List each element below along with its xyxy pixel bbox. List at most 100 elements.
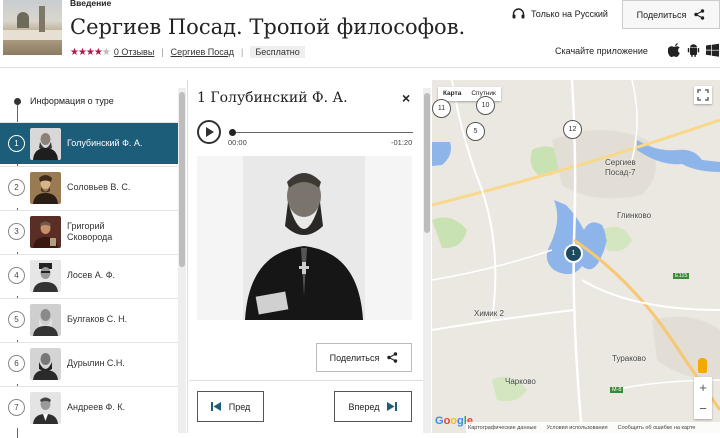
sidebar-stop-1[interactable]: 1 Голубинский Ф. А.: [0, 122, 178, 164]
headphones-icon: [512, 8, 525, 19]
stop-title: 1 Голубинский Ф. А.: [197, 90, 348, 106]
sidebar-stop-2[interactable]: 2 Соловьев В. С.: [0, 166, 178, 208]
stop-number: 7: [8, 399, 25, 416]
reviews-link[interactable]: 0 Отзывы: [114, 47, 154, 57]
map-label-khimik: Химик 2: [474, 309, 504, 318]
divider: [189, 380, 431, 381]
share-icon: [694, 9, 705, 20]
stop-number: 1: [8, 135, 25, 152]
tour-info-item[interactable]: Информация о туре: [0, 91, 178, 111]
stop-label: Голубинский Ф. А.: [67, 138, 143, 148]
audio-progress-knob[interactable]: [229, 129, 236, 136]
map-zoom-control[interactable]: + −: [694, 377, 712, 419]
prev-label: Пред: [228, 401, 251, 412]
map-marker-5[interactable]: 5: [466, 122, 485, 141]
stop-portrait-image: [30, 391, 61, 424]
stop-number: 4: [8, 267, 25, 284]
skip-prev-icon: [210, 402, 221, 411]
separator: |: [161, 47, 164, 57]
language-label: Только на Русский: [531, 8, 608, 19]
page-title: Сергиев Посад. Тропой философов.: [70, 15, 466, 39]
stop-portrait-image: [30, 171, 61, 204]
stop-label: Андреев Ф. К.: [67, 402, 126, 412]
stop-number: 6: [8, 355, 25, 372]
stop-portrait-image: [30, 303, 61, 336]
map-marker-1-active[interactable]: 1: [564, 244, 583, 263]
city-link[interactable]: Сергиев Посад: [171, 47, 234, 57]
stop-list-sidebar: Информация о туре 1 Голубинский Ф. А. 2 …: [0, 80, 188, 438]
stop-detail-panel: 1 Голубинский Ф. А. × 00:00 -01:20 Подел…: [189, 80, 431, 433]
map-report-link[interactable]: Сообщить об ошибке на карте: [618, 425, 696, 431]
share-icon: [387, 352, 398, 363]
share-label: Поделиться: [329, 352, 380, 363]
zoom-in-icon[interactable]: +: [699, 380, 707, 395]
map-data-link[interactable]: Картографические данные: [468, 425, 537, 431]
map-label-glinkovo: Глинково: [617, 211, 652, 220]
tour-thumbnail[interactable]: [3, 0, 62, 55]
audio-time-remaining: -01:20: [391, 138, 413, 147]
prev-button[interactable]: Пред: [197, 391, 264, 422]
tour-subtitle: Введение: [70, 0, 112, 8]
separator: |: [241, 47, 244, 57]
stop-number: 3: [8, 223, 25, 240]
stop-portrait-image: [30, 347, 61, 380]
sidebar-stop-5[interactable]: 5 Булгаков С. Н.: [0, 298, 178, 340]
road-sign-m8: M-8: [610, 387, 624, 393]
sidebar-stop-3[interactable]: 3 Григорий Сковорода: [0, 210, 178, 252]
tour-meta: ★★★★★ 0 Отзывы | Сергиев Посад | Бесплат…: [70, 46, 305, 58]
stop-portrait-image: [30, 215, 61, 248]
scrollbar-thumb[interactable]: [179, 92, 185, 267]
map-label-turakovo: Тураково: [612, 354, 646, 363]
language-indicator: Только на Русский: [512, 8, 608, 19]
stop-photo: [197, 156, 412, 320]
header: Введение Сергиев Посад. Тропой философов…: [0, 0, 720, 68]
next-button[interactable]: Вперед: [334, 391, 412, 422]
zoom-out-icon[interactable]: −: [699, 401, 707, 416]
map-attribution: Картографические данные Условия использо…: [466, 422, 720, 433]
fullscreen-icon: [697, 89, 709, 101]
map-label-sergiev-posad: Сергиев Посад-7: [605, 158, 636, 178]
map-marker-11[interactable]: 11: [432, 99, 451, 118]
rating-stars: ★★★★★: [70, 46, 111, 58]
sidebar-stop-7[interactable]: 7 Андреев Ф. К.: [0, 386, 178, 428]
street-view-pegman-icon[interactable]: [698, 358, 707, 373]
next-label: Вперед: [348, 401, 380, 412]
stop-label: Соловьев В. С.: [67, 182, 131, 192]
stop-portrait-image: [30, 127, 61, 160]
apple-icon[interactable]: [668, 43, 681, 57]
share-button-top[interactable]: Поделиться: [622, 0, 720, 29]
stop-number: 5: [8, 311, 25, 328]
panel-scrollbar[interactable]: [423, 88, 431, 433]
tour-info-label: Информация о туре: [30, 96, 114, 106]
map-marker-10[interactable]: 10: [476, 96, 495, 115]
skip-next-icon: [387, 402, 398, 411]
android-icon[interactable]: [687, 43, 700, 57]
price-badge: Бесплатно: [250, 46, 305, 58]
map-label-line: Посад-7: [605, 168, 636, 177]
stop-label: Дурылин С.Н.: [67, 358, 125, 368]
map-terms-link[interactable]: Условия использования: [547, 425, 608, 431]
fullscreen-button[interactable]: [694, 86, 712, 104]
audio-progress-track[interactable]: [232, 132, 413, 133]
road-sign-e115: E115: [673, 273, 690, 279]
play-button[interactable]: [197, 120, 221, 144]
windows-icon[interactable]: [706, 43, 719, 57]
stop-label: Григорий Сковорода: [67, 221, 125, 243]
stop-label-text: Григорий Сковорода: [67, 220, 113, 242]
sidebar-stop-4[interactable]: 4 Лосев А. Ф.: [0, 254, 178, 296]
sidebar-stop-6[interactable]: 6 Дурылин С.Н.: [0, 342, 178, 384]
map-marker-12[interactable]: 12: [563, 120, 582, 139]
app-download-label: Скачайте приложение: [555, 46, 648, 56]
map-label-charkovo: Чарково: [505, 377, 536, 386]
timeline-dot: [14, 97, 21, 105]
sidebar-scrollbar[interactable]: [178, 88, 186, 433]
map[interactable]: Карта Спутник Сергиев Посад-7 Глинково Х…: [432, 80, 720, 433]
stop-number: 2: [8, 179, 25, 196]
share-button[interactable]: Поделиться: [316, 343, 412, 372]
stop-label: Булгаков С. Н.: [67, 314, 128, 324]
stop-label: Лосев А. Ф.: [67, 270, 116, 280]
map-label-line: Сергиев: [605, 158, 636, 167]
share-label: Поделиться: [636, 9, 687, 20]
close-icon[interactable]: ×: [402, 90, 410, 106]
scrollbar-thumb[interactable]: [424, 93, 430, 233]
